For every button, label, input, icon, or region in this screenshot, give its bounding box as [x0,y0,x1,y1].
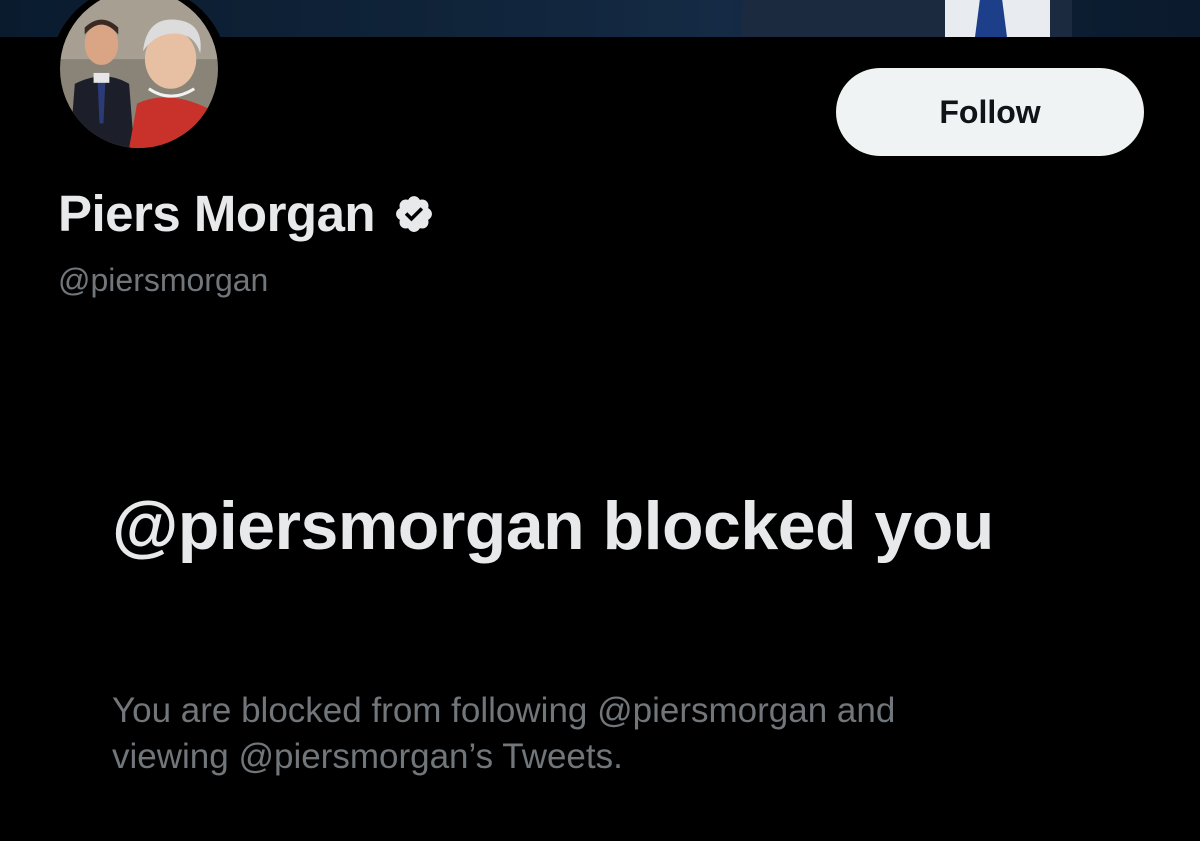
profile-handle: @piersmorgan [58,262,269,298]
follow-button[interactable]: Follow [836,68,1144,156]
avatar-photo-icon [60,0,218,148]
blocked-description: You are blocked from following @piersmor… [112,691,896,776]
blocked-title: @piersmorgan blocked you [112,488,994,564]
profile-name-row: Piers Morgan [58,184,435,243]
profile-avatar[interactable] [51,0,227,153]
banner-suit-edge [1050,0,1072,37]
verified-badge-icon[interactable] [393,193,435,235]
banner-tie-shape [975,0,1007,37]
profile-display-name: Piers Morgan [58,185,376,242]
